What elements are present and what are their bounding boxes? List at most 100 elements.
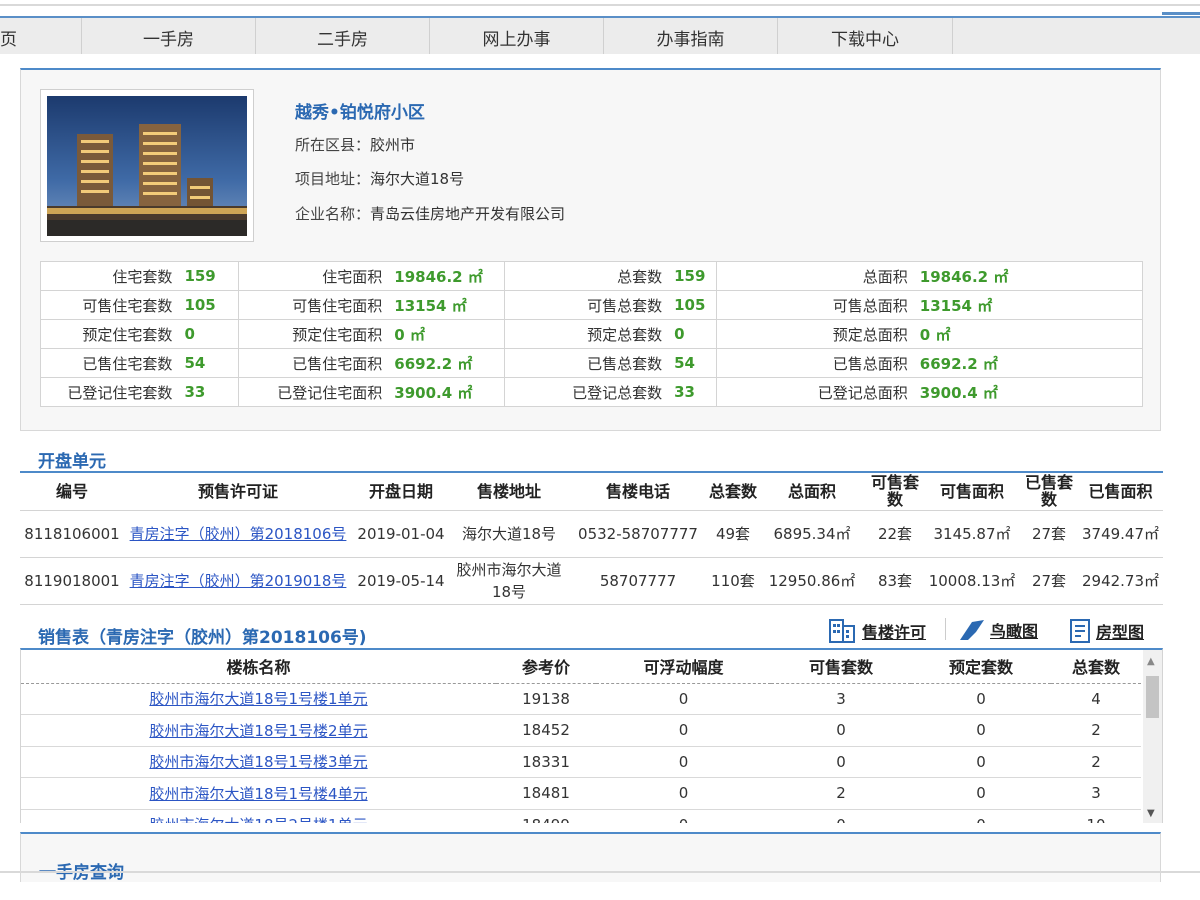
units-cell: 青房注字（胶州）第2019018号 bbox=[124, 557, 352, 605]
stat-value: 3900.4 ㎡ bbox=[388, 377, 505, 407]
sales-table-scroll[interactable]: 楼栋名称 参考价 可浮动幅度 可售套数 预定套数 总套数 胶州市海尔大道18号1号楼1单元… bbox=[20, 648, 1163, 823]
stat-value: 33 bbox=[668, 377, 717, 407]
building-icon bbox=[829, 619, 855, 643]
units-cell: 0532-58707777 bbox=[568, 510, 708, 558]
stat-label: 已售总面积 bbox=[715, 348, 914, 378]
aerial-view-label: 鸟瞰图 bbox=[990, 622, 1039, 641]
nav-item-new-house[interactable]: 一手房 bbox=[82, 18, 256, 54]
stat-value: 105 bbox=[668, 290, 717, 320]
stats-row: 预定住宅套数 0 预定住宅面积 0 ㎡预定总套数 0 预定总面积 0 ㎡ bbox=[40, 319, 1143, 349]
sales-row: 胶州市海尔大道18号1号楼4单元 18481 0 2 0 3 bbox=[21, 777, 1141, 810]
sales-cell: 胶州市海尔大道18号1号楼1单元 bbox=[21, 683, 496, 715]
sales-permit-link[interactable]: 售楼许可 bbox=[828, 618, 926, 644]
sales-row: 胶州市海尔大道18号1号楼2单元 18452 0 0 0 2 bbox=[21, 714, 1141, 747]
stat-value: 159 bbox=[178, 261, 239, 291]
stat-value: 6692.2 ㎡ bbox=[913, 348, 1143, 378]
building-unit-link[interactable]: 胶州市海尔大道18号1号楼4单元 bbox=[149, 785, 367, 803]
scroll-up-icon[interactable]: ▲ bbox=[1147, 656, 1155, 667]
units-cell: 12950.86㎡ bbox=[758, 557, 866, 605]
building-unit-link[interactable]: 胶州市海尔大道18号1号楼1单元 bbox=[149, 690, 367, 708]
sales-cell: 18452 bbox=[496, 714, 596, 747]
project-photo[interactable] bbox=[40, 89, 254, 242]
address-value: 海尔大道18号 bbox=[370, 170, 465, 188]
stat-value: 19846.2 ㎡ bbox=[913, 261, 1143, 291]
project-district: 所在区县：胶州市 bbox=[295, 134, 415, 155]
floorplan-link[interactable]: 房型图 bbox=[1068, 618, 1144, 644]
sales-cell: 0 bbox=[596, 714, 771, 747]
units-cell: 22套 bbox=[866, 510, 924, 558]
building-unit-link[interactable]: 胶州市海尔大道18号2号楼1单元 bbox=[149, 816, 367, 823]
units-cell: 3749.47㎡ bbox=[1078, 510, 1163, 558]
top-divider bbox=[0, 4, 1200, 6]
stat-label: 已售住宅套数 bbox=[40, 348, 179, 378]
sales-cell: 0 bbox=[771, 714, 911, 747]
units-col-header: 总面积 bbox=[758, 472, 866, 511]
units-col-header: 售楼地址 bbox=[450, 472, 568, 511]
units-cell: 海尔大道18号 bbox=[450, 510, 568, 558]
sales-cell: 3 bbox=[771, 683, 911, 715]
stat-label: 已登记住宅套数 bbox=[40, 377, 179, 407]
units-section-title: 开盘单元 bbox=[38, 452, 106, 472]
building-photo-image bbox=[47, 96, 247, 236]
company-value: 青岛云佳房地产开发有限公司 bbox=[370, 205, 566, 223]
sales-cell: 胶州市海尔大道18号1号楼3单元 bbox=[21, 746, 496, 778]
sales-cell: 2 bbox=[1051, 714, 1141, 747]
units-col-header: 总套数 bbox=[708, 472, 758, 511]
units-cell: 58707777 bbox=[568, 557, 708, 605]
building-unit-link[interactable]: 胶州市海尔大道18号1号楼3单元 bbox=[149, 753, 367, 771]
units-col-header: 已售面积 bbox=[1078, 472, 1163, 511]
sales-cell: 2 bbox=[1051, 746, 1141, 778]
nav-item-online-services[interactable]: 网上办事 bbox=[430, 18, 604, 54]
stat-label: 可售住宅面积 bbox=[237, 290, 389, 320]
stat-label: 预定住宅套数 bbox=[40, 319, 179, 349]
stat-value: 3900.4 ㎡ bbox=[913, 377, 1143, 407]
sales-cell: 胶州市海尔大道18号1号楼2单元 bbox=[21, 714, 496, 747]
nav-item-home[interactable]: 页 bbox=[0, 18, 82, 54]
presale-permit-link[interactable]: 青房注字（胶州）第2018106号 bbox=[130, 525, 347, 543]
units-cell: 27套 bbox=[1020, 510, 1078, 558]
stat-value: 159 bbox=[668, 261, 717, 291]
stat-value: 6692.2 ㎡ bbox=[388, 348, 505, 378]
sales-cell: 0 bbox=[911, 746, 1051, 778]
scroll-down-icon[interactable]: ▼ bbox=[1147, 808, 1155, 819]
sales-table: 楼栋名称 参考价 可浮动幅度 可售套数 预定套数 总套数 胶州市海尔大道18号1号楼1单元… bbox=[21, 650, 1141, 823]
units-cell: 6895.34㎡ bbox=[758, 510, 866, 558]
scroll-thumb[interactable] bbox=[1146, 676, 1159, 718]
units-cell: 胶州市海尔大道18号 bbox=[450, 557, 568, 605]
units-col-header: 可售面积 bbox=[924, 472, 1020, 511]
stat-value: 54 bbox=[178, 348, 239, 378]
action-divider bbox=[945, 618, 946, 640]
sales-cell: 4 bbox=[1051, 683, 1141, 715]
nav-item-guide[interactable]: 办事指南 bbox=[604, 18, 778, 54]
nav-item-second-hand[interactable]: 二手房 bbox=[256, 18, 430, 54]
units-table: 编号 预售许可证 开盘日期 售楼地址 售楼电话 总套数 总面积 可售套数 可售面积 已售套数 已售面… bbox=[20, 471, 1163, 605]
units-row: 8119018001 青房注字（胶州）第2019018号 2019-05-14 胶州市… bbox=[20, 557, 1163, 605]
sales-cell: 19138 bbox=[496, 683, 596, 715]
sales-scrollbar[interactable]: ▲ ▼ bbox=[1143, 650, 1162, 823]
nav-item-download[interactable]: 下载中心 bbox=[778, 18, 953, 54]
sales-cell: 胶州市海尔大道18号2号楼1单元 bbox=[21, 809, 496, 823]
sales-cell: 0 bbox=[596, 746, 771, 778]
stat-label: 可售住宅套数 bbox=[40, 290, 179, 320]
stat-label: 总面积 bbox=[715, 261, 914, 291]
stat-label: 住宅面积 bbox=[237, 261, 389, 291]
units-col-header: 售楼电话 bbox=[568, 472, 708, 511]
presale-permit-link[interactable]: 青房注字（胶州）第2019018号 bbox=[130, 572, 347, 590]
stat-label: 可售总套数 bbox=[503, 290, 669, 320]
project-company: 企业名称：青岛云佳房地产开发有限公司 bbox=[295, 203, 565, 224]
sales-col-header: 预定套数 bbox=[911, 650, 1051, 684]
units-col-header: 已售套数 bbox=[1020, 472, 1078, 511]
stat-label: 预定总套数 bbox=[503, 319, 669, 349]
stat-label: 已售住宅面积 bbox=[237, 348, 389, 378]
building-unit-link[interactable]: 胶州市海尔大道18号1号楼2单元 bbox=[149, 722, 367, 740]
sales-row: 胶州市海尔大道18号1号楼1单元 19138 0 3 0 4 bbox=[21, 683, 1141, 715]
aerial-view-link[interactable]: 鸟瞰图 bbox=[958, 618, 1038, 642]
project-name: 越秀•铂悦府小区 bbox=[295, 103, 425, 123]
units-cell: 10008.13㎡ bbox=[924, 557, 1020, 605]
sales-cell: 胶州市海尔大道18号1号楼4单元 bbox=[21, 777, 496, 810]
floorplan-label: 房型图 bbox=[1096, 623, 1145, 642]
address-label: 项目地址： bbox=[295, 170, 371, 188]
units-col-header: 可售套数 bbox=[866, 472, 924, 511]
stat-value: 19846.2 ㎡ bbox=[388, 261, 505, 291]
floorplan-icon bbox=[1070, 619, 1090, 643]
